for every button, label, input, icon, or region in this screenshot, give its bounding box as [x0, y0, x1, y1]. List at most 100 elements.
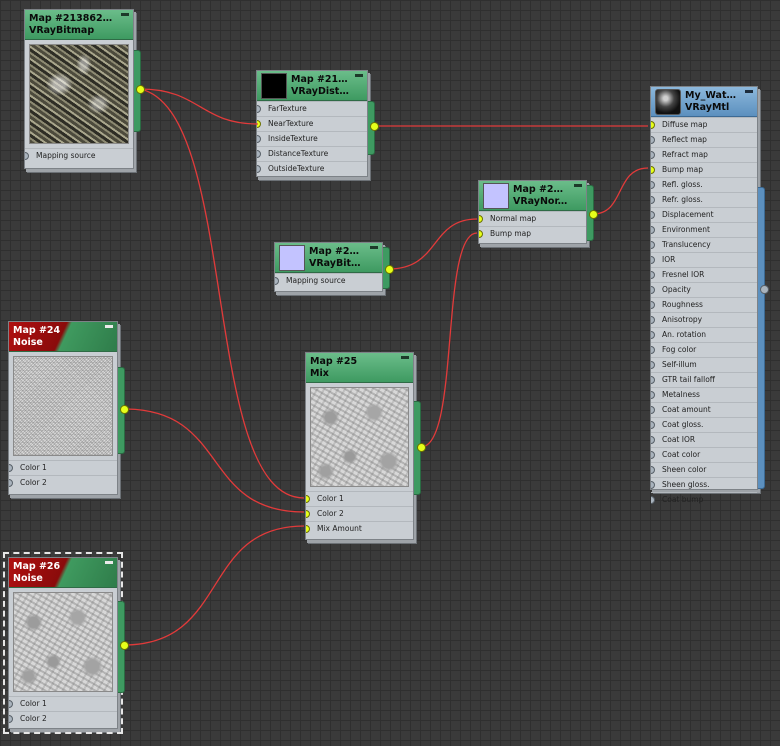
- input-normal-map[interactable]: Normal map: [479, 211, 586, 226]
- node-vraydistancetex[interactable]: Map #213... VRayDist... FarTexture NearT…: [256, 70, 375, 177]
- input-socket[interactable]: [257, 120, 261, 128]
- input-socket[interactable]: [651, 316, 655, 324]
- input-socket[interactable]: [651, 391, 655, 399]
- input-environment[interactable]: Environment: [651, 222, 757, 237]
- input-metalness[interactable]: Metalness: [651, 387, 757, 402]
- input-refr-gloss[interactable]: Refr. gloss.: [651, 192, 757, 207]
- input-anisotropy[interactable]: Anisotropy: [651, 312, 757, 327]
- input-sheen-color[interactable]: Sheen color: [651, 462, 757, 477]
- input-socket[interactable]: [479, 215, 483, 223]
- input-socket[interactable]: [651, 466, 655, 474]
- output-socket-vraynormalmap[interactable]: [589, 210, 598, 219]
- input-translucency[interactable]: Translucency: [651, 237, 757, 252]
- input-color-2[interactable]: Color 2: [9, 711, 117, 726]
- input-outsidetexture[interactable]: OutsideTexture: [257, 161, 367, 176]
- input-fartexture[interactable]: FarTexture: [257, 101, 367, 116]
- input-neartexture[interactable]: NearTexture: [257, 116, 367, 131]
- minimize-icon[interactable]: [121, 13, 129, 16]
- output-socket-mix-25[interactable]: [417, 443, 426, 452]
- input-displacement[interactable]: Displacement: [651, 207, 757, 222]
- input-color-2[interactable]: Color 2: [9, 475, 117, 490]
- input-coat-bump[interactable]: Coat bump: [651, 492, 757, 507]
- input-socket[interactable]: [651, 256, 655, 264]
- minimize-icon[interactable]: [105, 325, 113, 328]
- node-header[interactable]: Map #26 Noise: [9, 558, 117, 588]
- input-socket[interactable]: [651, 331, 655, 339]
- minimize-icon[interactable]: [401, 356, 409, 359]
- input-bump-map[interactable]: Bump map: [479, 226, 586, 241]
- input-socket[interactable]: [9, 700, 13, 708]
- node-header[interactable]: Map #25 Mix: [306, 353, 413, 383]
- input-socket[interactable]: [306, 495, 310, 503]
- input-socket[interactable]: [257, 165, 261, 173]
- input-refl-gloss[interactable]: Refl. gloss.: [651, 177, 757, 192]
- input-socket[interactable]: [651, 301, 655, 309]
- node-header[interactable]: Map #213... VRayDist...: [257, 71, 367, 101]
- input-an-rotation[interactable]: An. rotation: [651, 327, 757, 342]
- node-header[interactable]: Map #2138623967 VRayBitmap: [25, 10, 133, 40]
- input-socket[interactable]: [651, 376, 655, 384]
- input-socket[interactable]: [306, 510, 310, 518]
- input-roughness[interactable]: Roughness: [651, 297, 757, 312]
- node-mix-25[interactable]: Map #25 Mix Color 1 Color 2 Mix Amount: [305, 352, 421, 540]
- input-socket[interactable]: [25, 152, 29, 160]
- input-refract-map[interactable]: Refract map: [651, 147, 757, 162]
- input-mapping-source[interactable]: Mapping source: [275, 273, 382, 288]
- input-color-1[interactable]: Color 1: [9, 460, 117, 475]
- input-socket[interactable]: [651, 136, 655, 144]
- input-socket[interactable]: [651, 196, 655, 204]
- input-self-illum[interactable]: Self-illum: [651, 357, 757, 372]
- input-bump-map[interactable]: Bump map: [651, 162, 757, 177]
- output-socket-noise-26[interactable]: [120, 641, 129, 650]
- node-vraynormalmap[interactable]: Map #213... VRayNor... Normal map Bump m…: [478, 180, 594, 244]
- input-socket[interactable]: [651, 121, 655, 129]
- input-color-1[interactable]: Color 1: [9, 696, 117, 711]
- input-opacity[interactable]: Opacity: [651, 282, 757, 297]
- input-socket[interactable]: [651, 271, 655, 279]
- input-socket[interactable]: [651, 226, 655, 234]
- output-socket-vraydistancetex[interactable]: [370, 122, 379, 131]
- node-header[interactable]: My_Water3 VRayMtl: [651, 87, 757, 117]
- minimize-icon[interactable]: [370, 246, 378, 249]
- input-socket[interactable]: [651, 451, 655, 459]
- node-header[interactable]: Map #213... VRayBitm...: [275, 243, 382, 273]
- input-distancetexture[interactable]: DistanceTexture: [257, 146, 367, 161]
- input-socket[interactable]: [651, 166, 655, 174]
- input-color-1[interactable]: Color 1: [306, 491, 413, 506]
- input-socket[interactable]: [306, 525, 310, 533]
- input-socket[interactable]: [479, 230, 483, 238]
- input-fog-color[interactable]: Fog color: [651, 342, 757, 357]
- input-socket[interactable]: [651, 361, 655, 369]
- input-socket[interactable]: [257, 105, 261, 113]
- input-socket[interactable]: [651, 436, 655, 444]
- input-socket[interactable]: [651, 181, 655, 189]
- input-coat-gloss[interactable]: Coat gloss.: [651, 417, 757, 432]
- node-vraymtl[interactable]: My_Water3 VRayMtl Diffuse map Reflect map…: [650, 86, 765, 504]
- output-socket-vraybitmap-2[interactable]: [385, 265, 394, 274]
- input-fresnel-ior[interactable]: Fresnel IOR: [651, 267, 757, 282]
- node-noise-24[interactable]: Map #24 Noise Color 1 Color 2: [8, 321, 125, 495]
- input-socket[interactable]: [275, 277, 279, 285]
- input-socket[interactable]: [257, 150, 261, 158]
- minimize-icon[interactable]: [574, 184, 582, 187]
- input-socket[interactable]: [651, 496, 655, 504]
- input-mapping-source[interactable]: Mapping source: [25, 148, 133, 163]
- input-coat-ior[interactable]: Coat IOR: [651, 432, 757, 447]
- node-vraybitmap[interactable]: Map #2138623967 VRayBitmap Mapping sourc…: [24, 9, 141, 169]
- input-sheen-gloss[interactable]: Sheen gloss.: [651, 477, 757, 492]
- output-socket-vraymtl[interactable]: [760, 285, 769, 294]
- input-socket[interactable]: [651, 481, 655, 489]
- input-gtr-tail-falloff[interactable]: GTR tail falloff: [651, 372, 757, 387]
- input-mix-amount[interactable]: Mix Amount: [306, 521, 413, 536]
- node-noise-26[interactable]: Map #26 Noise Color 1 Color 2: [3, 552, 125, 734]
- node-header[interactable]: Map #213... VRayNor...: [479, 181, 586, 211]
- input-ior[interactable]: IOR: [651, 252, 757, 267]
- input-socket[interactable]: [9, 464, 13, 472]
- input-socket[interactable]: [651, 211, 655, 219]
- output-socket-vraybitmap[interactable]: [136, 85, 145, 94]
- input-reflect-map[interactable]: Reflect map: [651, 132, 757, 147]
- input-socket[interactable]: [651, 241, 655, 249]
- input-coat-color[interactable]: Coat color: [651, 447, 757, 462]
- minimize-icon[interactable]: [355, 74, 363, 77]
- input-insidetexture[interactable]: InsideTexture: [257, 131, 367, 146]
